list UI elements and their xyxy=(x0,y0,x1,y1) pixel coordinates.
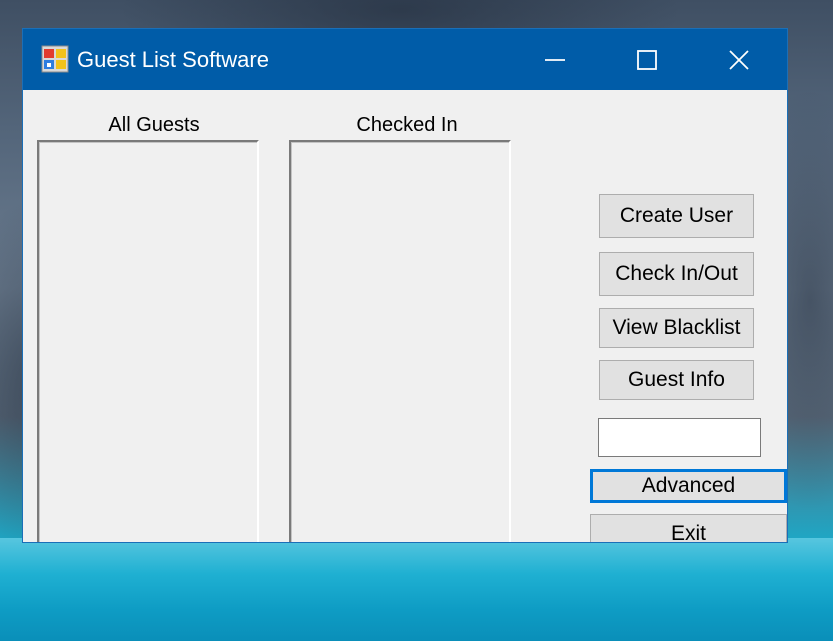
guest-input-field[interactable] xyxy=(598,418,761,457)
view-blacklist-button[interactable]: View Blacklist xyxy=(599,308,754,348)
minimize-icon xyxy=(545,58,565,61)
all-guests-list[interactable] xyxy=(37,140,259,542)
checked-in-list[interactable] xyxy=(289,140,511,542)
exit-button[interactable]: Exit xyxy=(590,514,787,542)
create-user-button[interactable]: Create User xyxy=(599,194,754,238)
app-icon xyxy=(41,45,69,73)
guest-info-button[interactable]: Guest Info xyxy=(599,360,754,400)
app-window: Guest List Software All Guests Checked I… xyxy=(22,28,788,543)
minimize-button[interactable] xyxy=(509,29,601,90)
title-bar[interactable]: Guest List Software xyxy=(23,29,787,90)
maximize-icon xyxy=(637,49,657,70)
checked-in-label: Checked In xyxy=(356,114,458,136)
all-guests-label: All Guests xyxy=(108,114,200,136)
close-button[interactable] xyxy=(693,29,785,90)
advanced-button[interactable]: Advanced xyxy=(590,469,787,503)
close-icon xyxy=(729,49,749,70)
window-title: Guest List Software xyxy=(77,47,269,72)
maximize-button[interactable] xyxy=(601,29,693,90)
desktop-background-water xyxy=(0,538,833,641)
check-in-out-button[interactable]: Check In/Out xyxy=(599,252,754,296)
